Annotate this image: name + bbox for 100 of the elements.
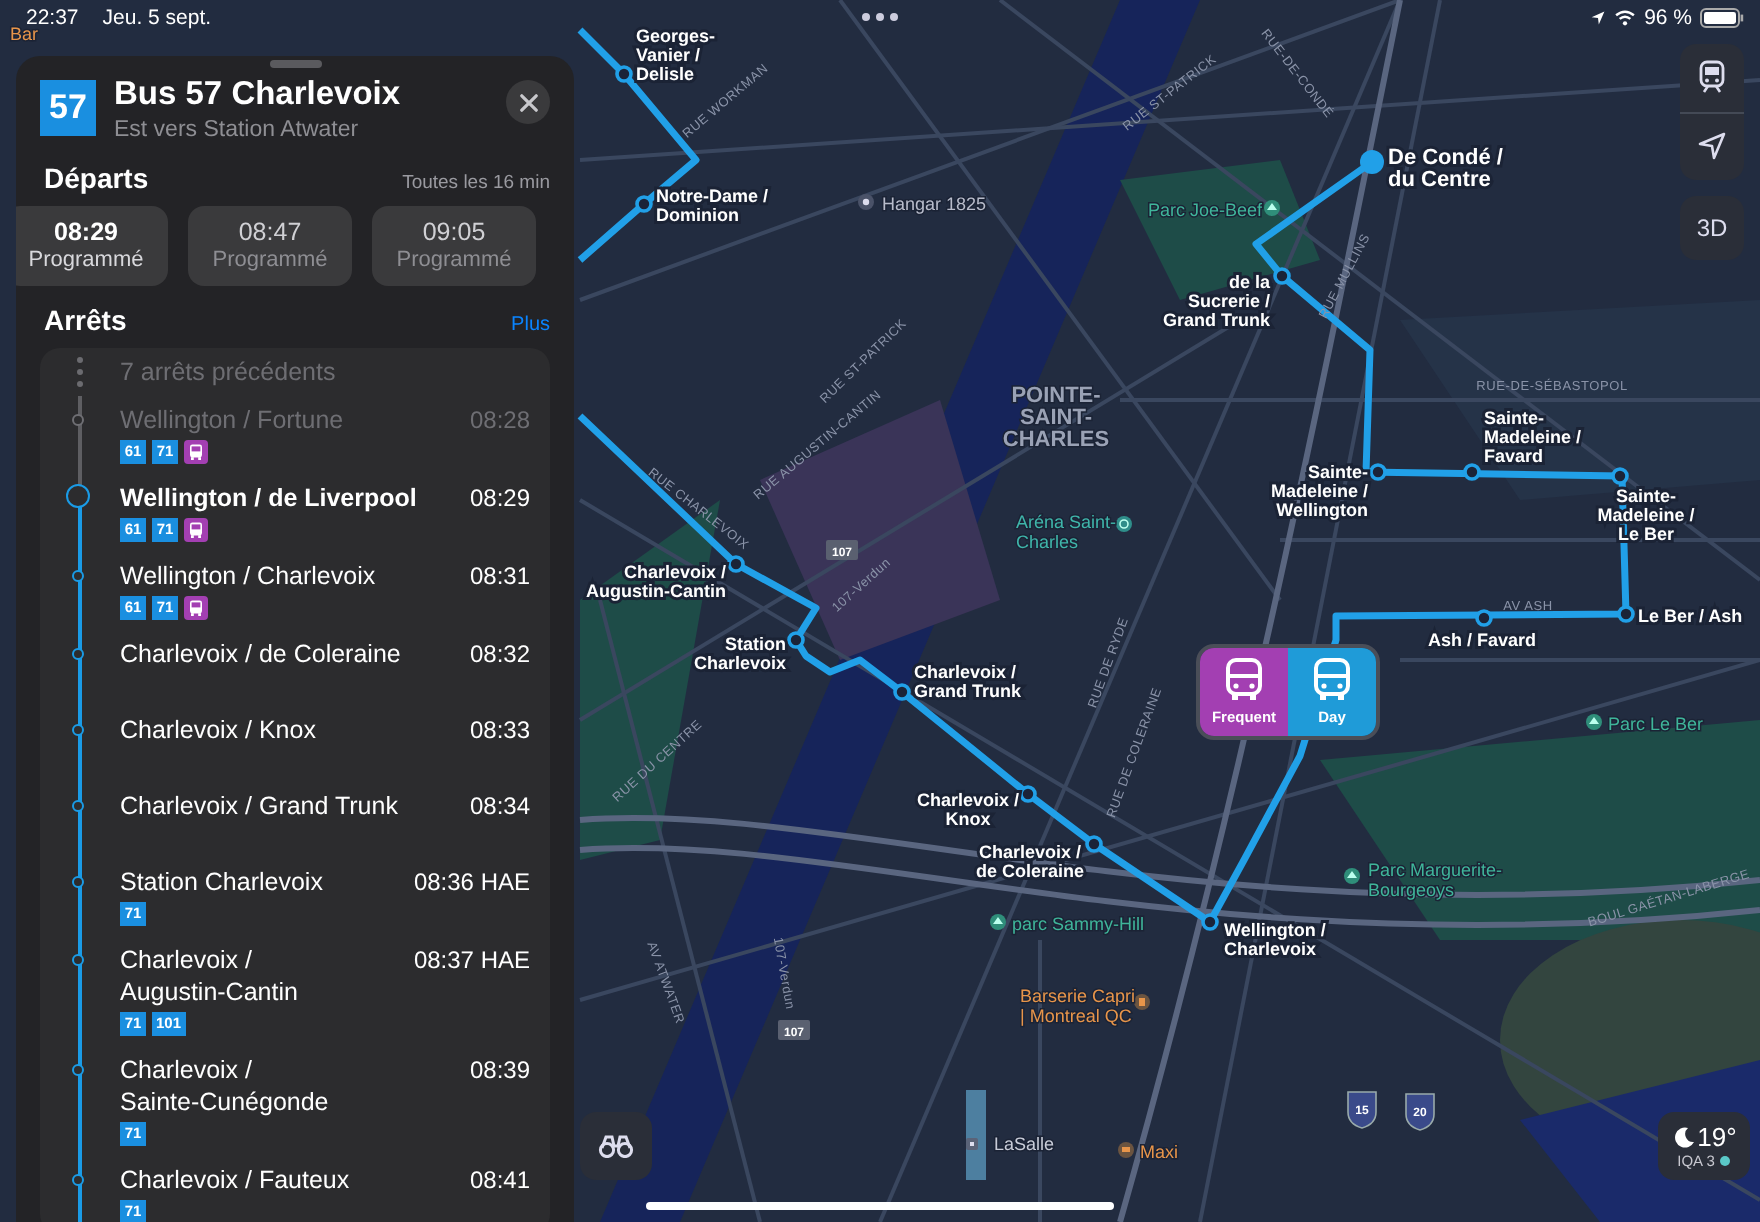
stop-marker[interactable] xyxy=(1611,467,1629,485)
stop-label: Station Charlevoix xyxy=(693,634,786,673)
temperature: 19° xyxy=(1697,1122,1737,1152)
stop-time: 08:39 xyxy=(469,1054,530,1088)
vertical-dots-icon xyxy=(76,356,84,388)
terminus-marker[interactable] xyxy=(1360,150,1384,174)
place-label: Parc Marguerite- Bourgeoys xyxy=(1368,860,1503,900)
place-label: Bar xyxy=(10,24,39,44)
close-button[interactable] xyxy=(506,80,550,124)
3d-view-button[interactable]: 3D xyxy=(1680,196,1744,260)
stop-marker[interactable] xyxy=(1369,463,1387,481)
stop-name[interactable]: Charlevoix / Sainte-Cunégonde xyxy=(120,1054,329,1118)
stop-marker[interactable] xyxy=(1019,785,1037,803)
battery-icon xyxy=(1700,8,1744,28)
district-label: POINTE- SAINT- CHARLES xyxy=(1002,384,1110,452)
cart-icon xyxy=(1118,1142,1134,1158)
stop-label: Sainte- Madeleine / Favard xyxy=(1484,408,1582,466)
status-date: Jeu. 5 sept. xyxy=(102,6,212,30)
stop-name[interactable]: Wellington / de Liverpool xyxy=(120,482,417,514)
bus-icon xyxy=(1312,658,1352,702)
bus-icon xyxy=(184,596,208,620)
stop-time: 08:28 xyxy=(469,404,530,436)
stop-label: Charlevoix / Augustin-Cantin xyxy=(586,562,726,601)
stop-label: Wellington / Charlevoix xyxy=(1224,920,1326,959)
stop-label: Le Ber / Ash xyxy=(1638,606,1743,626)
section-heading: Départs xyxy=(44,162,149,194)
place-label: Hangar 1825 xyxy=(882,194,987,214)
bus-icon xyxy=(1224,658,1264,702)
stop-marker[interactable] xyxy=(1617,605,1635,623)
station-icon xyxy=(966,1138,978,1150)
stop-label: de la Sucrerie / Grand Trunk xyxy=(1162,272,1270,330)
stop-time: 08:34 xyxy=(469,790,530,822)
stop-marker[interactable] xyxy=(1201,913,1219,931)
stop-marker[interactable] xyxy=(893,683,911,701)
stop-time: 08:37 HAE xyxy=(413,944,530,978)
place-label: Barserie Capri | Montreal QC xyxy=(1020,986,1136,1026)
place-label: Aréna Saint- Charles xyxy=(1016,512,1117,552)
battery-percent: 96 % xyxy=(1644,6,1692,30)
stop-marker[interactable] xyxy=(727,555,745,573)
bus-icon xyxy=(184,518,208,542)
globe-icon xyxy=(1116,516,1132,532)
stop-marker[interactable] xyxy=(1475,609,1493,627)
route-direction: Est vers Station Atwater xyxy=(114,116,361,144)
stop-label: Charlevoix / de Coleraine xyxy=(975,842,1085,881)
tree-icon xyxy=(1586,714,1602,730)
place-label: Parc Joe-Beef xyxy=(1148,200,1263,220)
departure-card[interactable]: 08:29 Programmé xyxy=(16,206,168,286)
tram-icon xyxy=(1698,60,1726,95)
stop-name[interactable]: Station Charlevoix xyxy=(120,866,323,898)
tree-icon xyxy=(1344,868,1360,884)
stop-time: 08:41 xyxy=(469,1164,530,1196)
route-title: Bus 57 Charlevoix xyxy=(114,74,403,116)
stop-marker[interactable] xyxy=(1085,835,1103,853)
place-label: parc Sammy-Hill xyxy=(1012,914,1145,934)
stop-label: Charlevoix / Knox xyxy=(916,790,1020,829)
look-around-button[interactable] xyxy=(580,1112,652,1180)
status-time: 22:37 xyxy=(26,6,79,30)
stop-time: 08:29 xyxy=(469,482,530,514)
section-heading: Arrêts xyxy=(44,304,127,336)
stop-label: Ash / Favard xyxy=(1427,630,1537,650)
more-dots-icon[interactable] xyxy=(860,12,900,22)
stop-label: Notre-Dame / Dominion xyxy=(656,186,769,225)
more-link[interactable]: Plus xyxy=(511,314,550,336)
departure-card[interactable]: 08:47 Programmé xyxy=(188,206,352,286)
stop-marker[interactable] xyxy=(615,65,633,83)
frequency-text: Toutes les 16 min xyxy=(402,172,550,194)
wifi-icon xyxy=(1614,10,1637,26)
stop-name[interactable]: Charlevoix / Fauteux xyxy=(120,1164,350,1196)
binoculars-icon xyxy=(598,1134,634,1158)
place-label: LaSalle xyxy=(994,1134,1055,1154)
stop-label: De Condé / du Centre xyxy=(1388,146,1503,192)
route-badge: 57 xyxy=(40,80,96,136)
stop-name[interactable]: Charlevoix / Knox xyxy=(120,714,316,746)
stop-marker[interactable] xyxy=(787,631,805,649)
stop-marker[interactable] xyxy=(635,195,653,213)
departure-card[interactable]: 09:05 Programmé xyxy=(372,206,536,286)
place-label: Parc Le Ber xyxy=(1608,714,1704,734)
cup-icon xyxy=(1134,994,1150,1010)
stop-name[interactable]: Charlevoix / Augustin-Cantin xyxy=(120,944,298,1008)
bus-icon xyxy=(184,440,208,464)
stop-marker[interactable] xyxy=(1273,267,1291,285)
location-arrow-icon xyxy=(1698,132,1726,161)
star-icon xyxy=(858,194,874,210)
tree-icon xyxy=(990,914,1006,930)
stop-time: 08:32 xyxy=(469,638,530,670)
stop-name[interactable]: Wellington / Charlevoix xyxy=(120,560,376,592)
stop-label: Sainte- Madeleine / Wellington xyxy=(1270,462,1368,520)
stop-label: Georges- Vanier / Delisle xyxy=(636,26,716,84)
stop-time: 08:31 xyxy=(469,560,530,592)
close-icon xyxy=(519,93,537,111)
stop-name[interactable]: Charlevoix / Grand Trunk xyxy=(120,790,398,822)
stop-time: 08:36 HAE xyxy=(413,866,530,898)
stop-name[interactable]: Charlevoix / de Coleraine xyxy=(120,638,401,670)
location-arrow-icon xyxy=(1590,10,1607,26)
stop-marker[interactable] xyxy=(1463,463,1481,481)
moon-icon xyxy=(1671,1125,1696,1149)
tree-icon xyxy=(1264,200,1280,216)
drag-handle[interactable] xyxy=(269,60,321,68)
place-label: Maxi xyxy=(1140,1142,1179,1162)
stop-time: 08:33 xyxy=(469,714,530,746)
